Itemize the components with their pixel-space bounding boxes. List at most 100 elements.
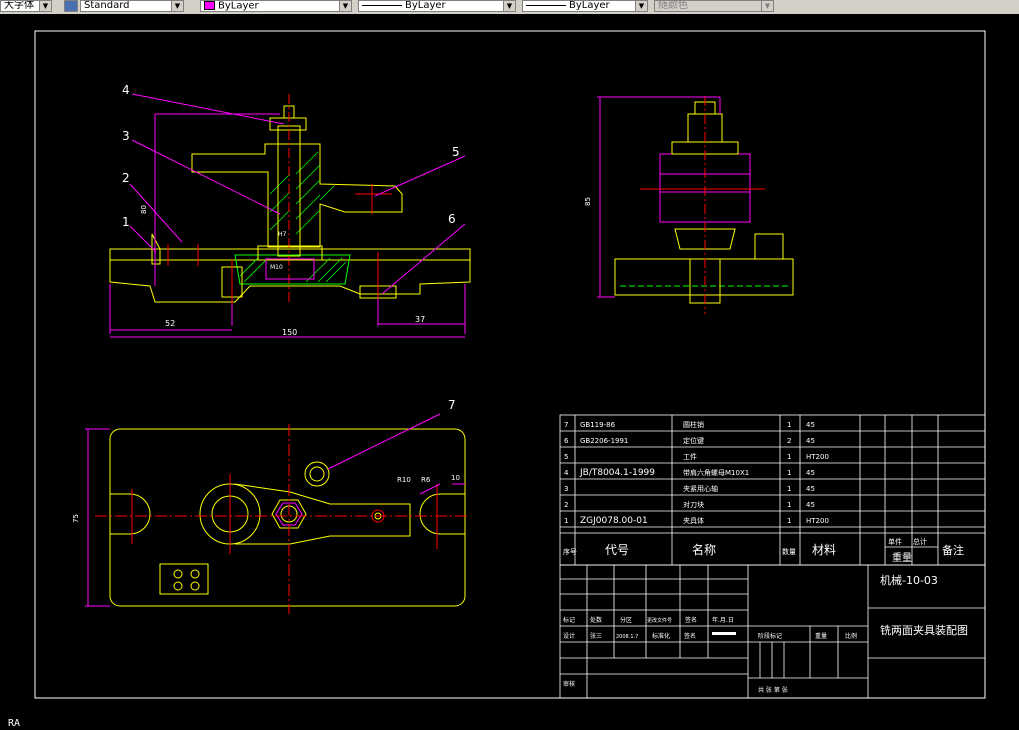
bom-cell-name: 定位键	[683, 436, 704, 445]
chevron-down-icon: ▼	[635, 1, 647, 11]
svg-text:标记: 标记	[563, 616, 575, 624]
part-label: 4	[122, 83, 130, 97]
svg-text:签名: 签名	[684, 632, 696, 640]
dimension-text: 80	[140, 205, 148, 214]
chevron-down-icon: ▼	[39, 1, 51, 11]
bom-cell-qty: 1	[787, 453, 791, 461]
color-select[interactable]: ByLayer ▼	[200, 0, 352, 12]
svg-text:2008.1.7: 2008.1.7	[616, 634, 638, 640]
bom-cell-qty: 1	[787, 421, 791, 429]
svg-text:重量: 重量	[815, 632, 827, 640]
part-label: 3	[122, 129, 130, 143]
bom-cell-name: 对刀块	[683, 500, 704, 509]
bom-cell-material: 45	[806, 485, 815, 493]
svg-text:共 张 第 张: 共 张 第 张	[758, 686, 788, 694]
dimension-text: 52	[165, 319, 175, 328]
lineweight-select[interactable]: ByLayer ▼	[522, 0, 648, 12]
svg-text:年.月.日: 年.月.日	[712, 616, 734, 624]
bom-cell-code: GB2206-1991	[580, 437, 628, 445]
dimension-text: 150	[282, 328, 297, 337]
bom-header-name: 名称	[692, 542, 716, 557]
drawing-title: 铣两面夹具装配图	[880, 623, 968, 637]
bom-cell-code: GB119-86	[580, 421, 616, 429]
svg-text:设计: 设计	[563, 632, 575, 640]
plotstyle-select[interactable]: 随颜色 ▼	[654, 0, 774, 12]
bom-header-code: 代号	[605, 543, 629, 557]
drawing-canvas[interactable]: 4 3 2 1 5 6 52 150 37 80 H7 M10 85 7 R10…	[0, 14, 1019, 716]
drawing-svg: 4 3 2 1 5 6 52 150 37 80 H7 M10 85 7 R10…	[34, 30, 986, 699]
title-block-text: 机械-10-03 铣两面夹具装配图 标记 处数 分区 更改文件号 签名 年.月.…	[563, 573, 968, 694]
side-view: 85	[584, 96, 794, 314]
color-swatch-icon	[204, 1, 215, 10]
part-label: 5	[452, 145, 460, 159]
dimension-text: 10	[451, 474, 460, 482]
bom-cell-material: 45	[806, 437, 815, 445]
bom-cell-no: 6	[564, 437, 569, 445]
bom-rows: 7 GB119-86 圆柱销 1 45 6 GB2206-1991 定位键 2 45 5 工件 1 HT2…	[564, 420, 829, 526]
textstyle-icon[interactable]	[64, 0, 78, 12]
bom-cell-name: 圆柱销	[683, 420, 704, 429]
linetype-select[interactable]: ByLayer ▼	[358, 0, 516, 12]
signature-mark	[712, 632, 736, 635]
bom-cell-no: 7	[564, 421, 568, 429]
svg-text:分区: 分区	[620, 616, 632, 624]
svg-text:比例: 比例	[845, 632, 857, 640]
command-line[interactable]: RA	[0, 716, 1019, 730]
svg-text:处数: 处数	[590, 616, 602, 624]
dimension-text: M10	[270, 264, 283, 271]
bom-cell-no: 3	[564, 485, 568, 493]
part-label: 6	[448, 212, 456, 226]
drawing-frame	[34, 30, 986, 699]
bom-cell-name: 带肩六角螺母M10X1	[683, 468, 749, 477]
part-label: 2	[122, 171, 130, 185]
svg-text:审核: 审核	[563, 680, 575, 688]
properties-toolbar: 大字体 ▼ Standard ▼ ByLayer ▼ ByLayer ▼ ByLayer…	[0, 0, 1019, 15]
bom-cell-qty: 1	[787, 517, 791, 525]
bom-cell-no: 2	[564, 501, 568, 509]
bom-header: 序号 代号 名称 数量 材料 单件 总计 重量 备注	[563, 537, 964, 564]
bom-cell-code: JB/T8004.1-1999	[579, 468, 655, 478]
bom-cell-qty: 2	[787, 437, 791, 445]
bom-cell-qty: 1	[787, 501, 791, 509]
bom-cell-qty: 1	[787, 469, 791, 477]
bom-cell-no: 1	[564, 517, 568, 525]
bom-header-remark: 备注	[942, 543, 964, 557]
bom-header-qty: 数量	[782, 547, 796, 556]
bom-cell-material: 45	[806, 469, 815, 477]
bom-cell-name: 夹具体	[683, 516, 704, 525]
bom-cell-material: 45	[806, 421, 815, 429]
dimension-text: 75	[72, 514, 80, 523]
svg-text:更改文件号: 更改文件号	[647, 617, 672, 624]
top-view: 7 R10 R6 10 75	[72, 398, 470, 614]
chevron-down-icon: ▼	[503, 1, 515, 11]
chevron-down-icon: ▼	[339, 1, 351, 11]
front-view: 4 3 2 1 5 6 52 150 37 80 H7 M10	[109, 83, 471, 338]
bom-cell-no: 5	[564, 453, 568, 461]
bom-cell-material: HT200	[806, 517, 829, 525]
linetype-sample-icon	[362, 4, 402, 6]
bom-header-no: 序号	[563, 547, 577, 556]
bom-cell-qty: 1	[787, 485, 791, 493]
part-label: 1	[122, 215, 130, 229]
textstyle-select[interactable]: Standard ▼	[80, 0, 184, 12]
svg-text:阶段标记: 阶段标记	[758, 632, 782, 640]
bom-cell-code: ZGJ0078.00-01	[580, 516, 648, 526]
bom-header-material: 材料	[812, 543, 836, 557]
svg-text:标准化: 标准化	[652, 632, 670, 640]
dimstyle-select[interactable]: 大字体 ▼	[0, 0, 52, 12]
svg-text:签名: 签名	[685, 616, 697, 624]
bom-header-total: 总计	[913, 537, 927, 546]
dimension-text: R6	[421, 476, 431, 484]
drawing-number: 机械-10-03	[880, 573, 938, 587]
bom-cell-no: 4	[564, 469, 569, 477]
bom-header-weight: 重量	[892, 551, 912, 564]
chevron-down-icon: ▼	[171, 1, 183, 11]
bom-cell-material: 45	[806, 501, 815, 509]
svg-text:张三: 张三	[590, 632, 602, 640]
dimension-text: R10	[397, 476, 411, 484]
dimension-text: H7	[278, 231, 287, 238]
dimension-text: 85	[584, 197, 592, 206]
dimension-text: 37	[415, 315, 425, 324]
chevron-down-icon: ▼	[761, 1, 773, 11]
bom-cell-name: 工件	[683, 452, 697, 461]
